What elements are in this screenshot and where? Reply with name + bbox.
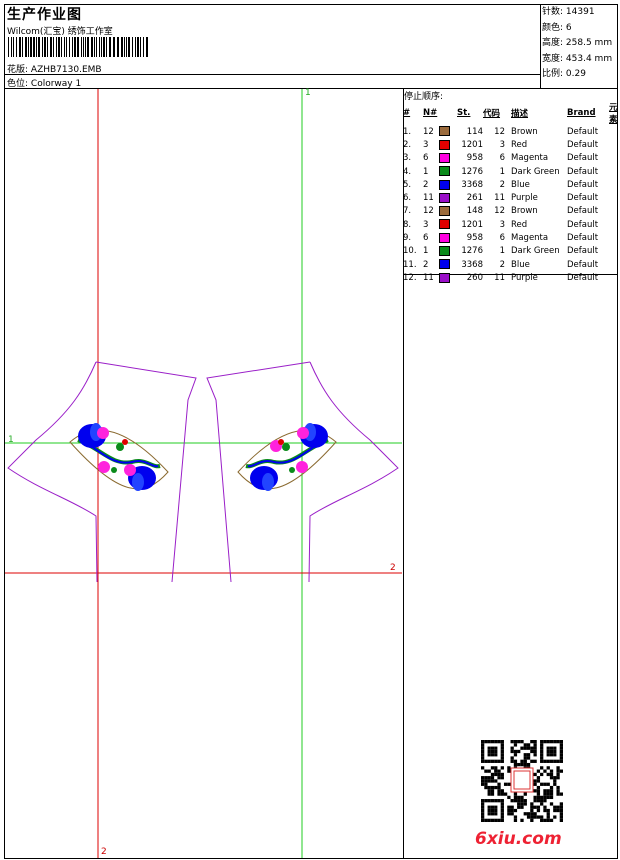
guide-label-green-top: 1: [305, 88, 311, 98]
qr-code: [481, 740, 563, 822]
guide-label-red-right: 2: [390, 563, 396, 573]
guide-label-green-left: 1: [8, 435, 14, 445]
embroidery-motif-left: [69, 423, 169, 491]
watermark-logo: 6xiu.com: [475, 829, 562, 849]
embroidery-motif-right: [237, 423, 337, 491]
design-canvas: [5, 89, 563, 858]
guide-label-red-bottom: 2: [101, 847, 107, 857]
